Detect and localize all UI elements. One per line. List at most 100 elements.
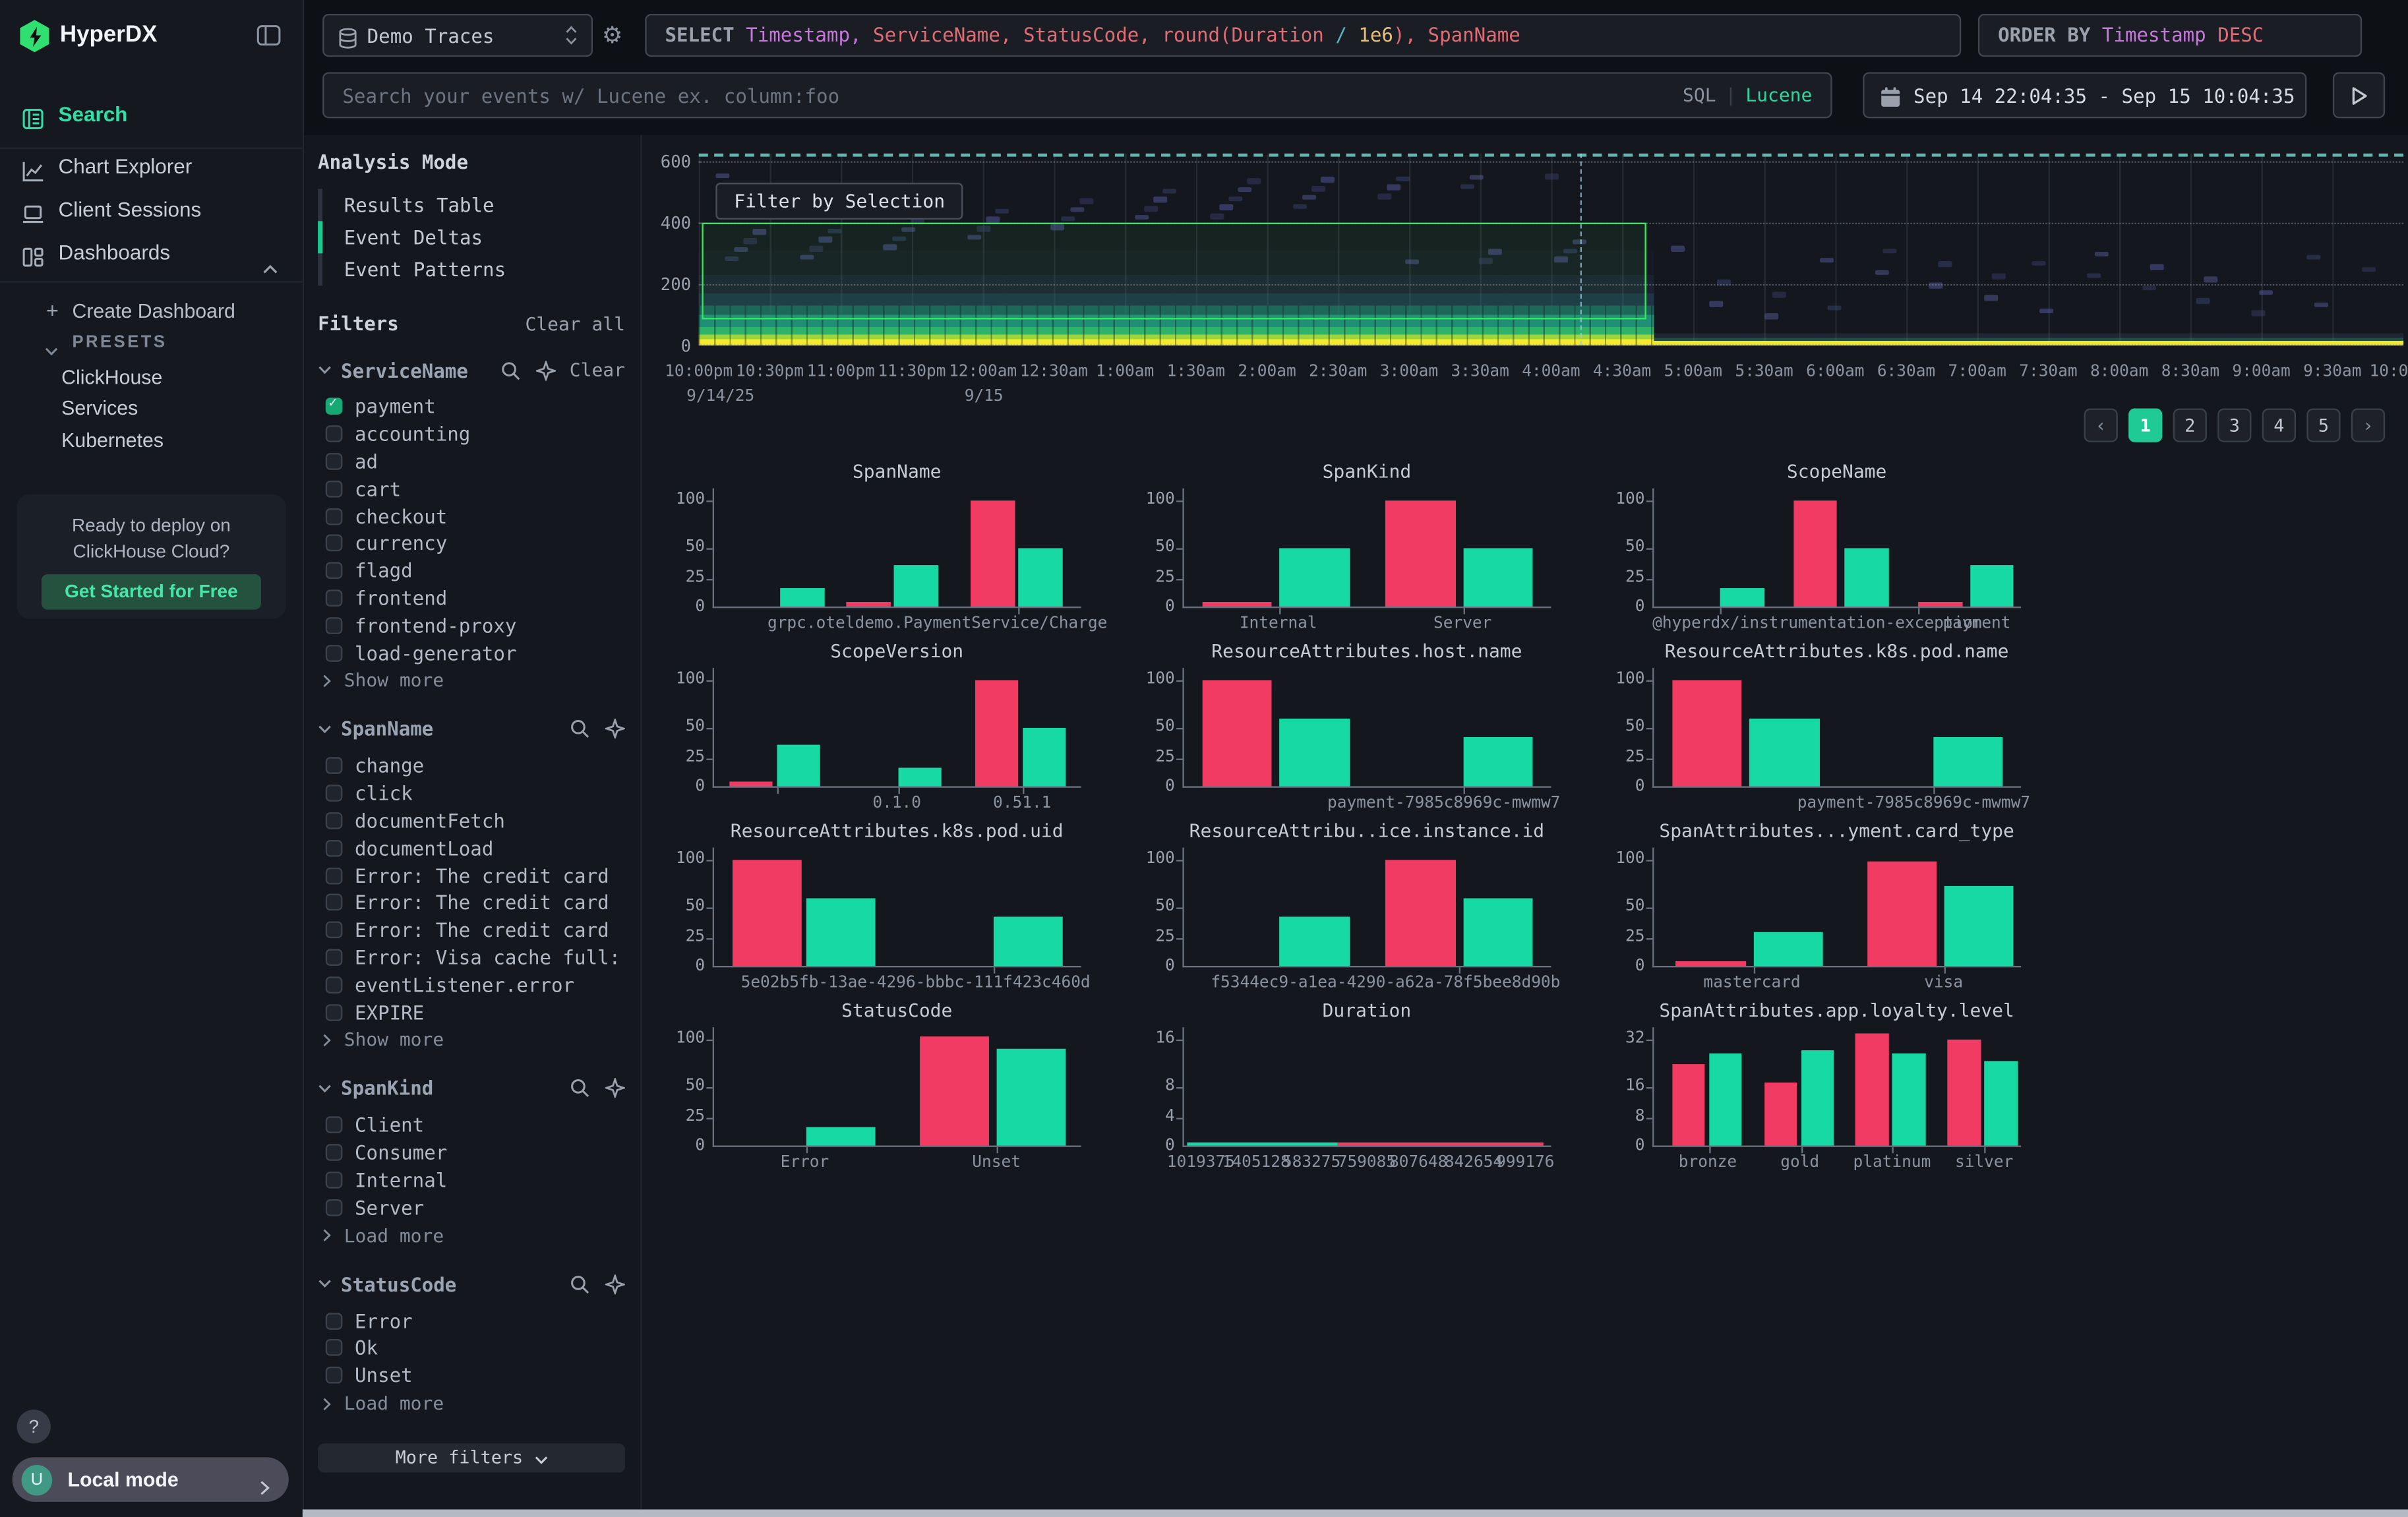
checkbox[interactable] bbox=[326, 644, 343, 661]
bar-green[interactable] bbox=[780, 589, 824, 607]
filter-option[interactable]: checkout bbox=[318, 502, 625, 529]
lucene-mode-button[interactable]: Lucene bbox=[1745, 84, 1812, 106]
bar-pink[interactable] bbox=[1867, 862, 1937, 966]
bar-green[interactable] bbox=[1720, 589, 1764, 607]
filter-option[interactable]: documentFetch bbox=[318, 807, 625, 834]
chevron-down-icon[interactable] bbox=[318, 365, 332, 374]
bar-green[interactable] bbox=[1023, 727, 1067, 787]
checkbox[interactable] bbox=[326, 617, 343, 634]
filter-option[interactable]: Unset bbox=[318, 1361, 625, 1388]
select-clause-input[interactable]: SELECT Timestamp, ServiceName, StatusCod… bbox=[645, 14, 1961, 57]
selection-rectangle[interactable] bbox=[702, 223, 1646, 319]
show-more-button[interactable]: Show more bbox=[318, 668, 625, 694]
checkbox[interactable] bbox=[326, 1312, 343, 1329]
pin-icon[interactable] bbox=[536, 360, 556, 380]
prev-page-button[interactable]: ‹ bbox=[2084, 409, 2118, 442]
horizontal-scrollbar[interactable] bbox=[303, 1510, 2408, 1517]
bar-pink[interactable] bbox=[975, 680, 1019, 786]
page-button-4[interactable]: 4 bbox=[2262, 409, 2296, 442]
bar-pink[interactable] bbox=[971, 500, 1015, 607]
filter-option[interactable]: ad bbox=[318, 448, 625, 475]
bar-green[interactable] bbox=[777, 745, 821, 787]
checkbox[interactable] bbox=[326, 480, 343, 497]
checkbox[interactable] bbox=[326, 867, 343, 884]
checkbox[interactable] bbox=[326, 1117, 343, 1134]
clear-filter-button[interactable]: Clear bbox=[570, 359, 625, 381]
filter-option[interactable]: frontend-proxy bbox=[318, 612, 625, 639]
checkbox[interactable] bbox=[326, 508, 343, 525]
checkbox[interactable] bbox=[326, 1003, 343, 1021]
filter-option[interactable]: Error: The credit card (… bbox=[318, 862, 625, 889]
clear-all-button[interactable]: Clear all bbox=[525, 313, 624, 335]
bar-green[interactable] bbox=[806, 899, 876, 966]
get-started-button[interactable]: Get Started for Free bbox=[42, 574, 261, 610]
bar-green[interactable] bbox=[1944, 887, 2014, 966]
filter-option[interactable]: payment bbox=[318, 393, 625, 420]
filter-option[interactable]: Internal bbox=[318, 1166, 625, 1193]
checkbox[interactable] bbox=[326, 398, 343, 415]
bar-pink[interactable] bbox=[920, 1037, 990, 1146]
filter-option[interactable]: accounting bbox=[318, 421, 625, 448]
bar-green[interactable] bbox=[1279, 916, 1349, 966]
bar-green[interactable] bbox=[1984, 1061, 2017, 1145]
filter-option[interactable]: frontend bbox=[318, 584, 625, 611]
filter-option[interactable]: Consumer bbox=[318, 1139, 625, 1166]
checkbox[interactable] bbox=[326, 785, 343, 802]
bar-green[interactable] bbox=[894, 565, 938, 607]
chevron-down-icon[interactable] bbox=[318, 1279, 332, 1288]
bar-green[interactable] bbox=[1463, 899, 1533, 966]
next-page-button[interactable]: › bbox=[2351, 409, 2385, 442]
bar-pink[interactable] bbox=[1339, 1143, 1544, 1146]
filter-group-name[interactable]: ServiceName bbox=[341, 359, 468, 382]
bar-pink[interactable] bbox=[1203, 680, 1273, 786]
checkbox[interactable] bbox=[326, 949, 343, 966]
checkbox[interactable] bbox=[326, 1199, 343, 1216]
filter-option[interactable]: change bbox=[318, 752, 625, 779]
more-filters-button[interactable]: More filters bbox=[318, 1443, 625, 1472]
filter-option[interactable]: currency bbox=[318, 530, 625, 557]
create-dashboard-button[interactable]: + Create Dashboard bbox=[0, 295, 303, 328]
checkbox[interactable] bbox=[326, 1144, 343, 1161]
filter-option[interactable]: Error bbox=[318, 1307, 625, 1334]
filter-group-name[interactable]: SpanName bbox=[341, 718, 433, 741]
bar-green[interactable] bbox=[1970, 565, 2014, 607]
checkbox[interactable] bbox=[326, 1367, 343, 1384]
page-button-1[interactable]: 1 bbox=[2128, 409, 2162, 442]
checkbox[interactable] bbox=[326, 812, 343, 829]
filter-option[interactable]: cart bbox=[318, 475, 625, 502]
bar-pink[interactable] bbox=[1203, 602, 1273, 607]
checkbox[interactable] bbox=[326, 839, 343, 856]
bar-green[interactable] bbox=[1845, 547, 1889, 607]
bar-pink[interactable] bbox=[1918, 602, 1962, 607]
bar-green[interactable] bbox=[1188, 1143, 1338, 1146]
gear-icon[interactable]: ⚙ bbox=[602, 22, 622, 49]
sidebar-item-client-sessions[interactable]: Client Sessions bbox=[0, 189, 303, 231]
checkbox[interactable] bbox=[326, 976, 343, 994]
search-icon[interactable] bbox=[570, 1274, 589, 1294]
search-icon[interactable] bbox=[500, 360, 520, 380]
bar-green[interactable] bbox=[1801, 1051, 1834, 1145]
bar-pink[interactable] bbox=[1856, 1033, 1889, 1145]
filter-option[interactable]: Error: Visa cache full: … bbox=[318, 943, 625, 970]
bar-green[interactable] bbox=[1753, 932, 1823, 966]
bar-green[interactable] bbox=[806, 1128, 876, 1146]
collapse-sidebar-icon[interactable] bbox=[256, 23, 281, 52]
bar-pink[interactable] bbox=[733, 860, 802, 966]
filter-option[interactable]: eventListener.error bbox=[318, 971, 625, 998]
filter-option[interactable]: Client bbox=[318, 1112, 625, 1139]
bar-pink[interactable] bbox=[1672, 1064, 1705, 1146]
sidebar-item-search[interactable]: Search bbox=[0, 94, 303, 136]
load-more-button[interactable]: Load more bbox=[318, 1390, 625, 1417]
filter-option[interactable]: documentLoad bbox=[318, 835, 625, 862]
bar-green[interactable] bbox=[1463, 736, 1533, 786]
page-button-2[interactable]: 2 bbox=[2173, 409, 2207, 442]
bar-green[interactable] bbox=[1463, 547, 1533, 607]
checkbox[interactable] bbox=[326, 426, 343, 443]
filter-option[interactable]: flagd bbox=[318, 557, 625, 584]
filter-option[interactable]: load-generator bbox=[318, 639, 625, 666]
bar-green[interactable] bbox=[993, 916, 1063, 966]
filter-option[interactable]: Error: The credit card (… bbox=[318, 889, 625, 916]
date-range-picker[interactable]: Sep 14 22:04:35 - Sep 15 10:04:35 bbox=[1863, 72, 2306, 118]
sidebar-item-clickhouse[interactable]: ClickHouse bbox=[0, 364, 303, 395]
chevron-up-icon[interactable] bbox=[262, 247, 278, 290]
